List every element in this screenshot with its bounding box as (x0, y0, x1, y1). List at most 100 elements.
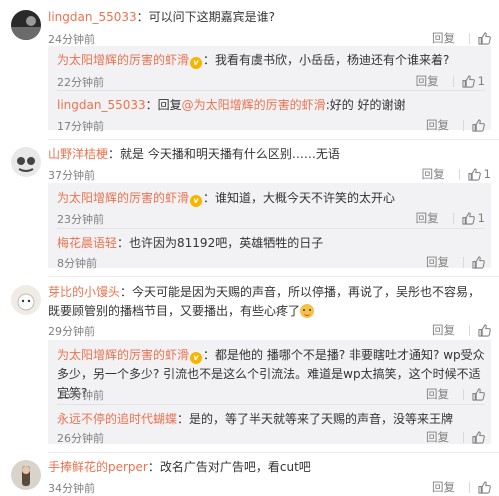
replier-name[interactable]: lingdan_55033 (57, 98, 146, 112)
action-separator (452, 75, 454, 87)
avatar[interactable] (11, 147, 41, 177)
reply-button[interactable]: 回复 (426, 386, 449, 402)
reply-thread: 为太阳增辉的厉害的虾滑 v ：都是他的 播哪个不是播? 非要瞎吐才通知? wp受众多… (48, 340, 491, 445)
vip-badge-icon: v (190, 195, 203, 207)
replier-name[interactable]: 为太阳增辉的厉害的虾滑 (57, 191, 189, 205)
reply-button[interactable]: 回复 (416, 73, 439, 89)
like-button[interactable]: 1 (462, 74, 485, 88)
heartbroken-emoji-icon (300, 304, 315, 318)
action-separator (463, 119, 464, 131)
reply-button[interactable]: 回复 (426, 254, 449, 270)
reply-button[interactable]: 回复 (432, 479, 455, 495)
commenter-name[interactable]: 山野洋桔梗 (48, 147, 108, 161)
like-count: 1 (483, 167, 491, 181)
reply-actions: 回复 1 (416, 210, 485, 226)
replier-name[interactable]: 梅花晨语轻 (57, 236, 117, 250)
comment-actions: 回复 1 (422, 166, 491, 182)
comment-time: 37分钟前 (48, 169, 95, 182)
reply-time: 25分钟前 (57, 389, 104, 402)
comment-time: 34分钟前 (48, 482, 95, 495)
thumbs-up-icon (462, 211, 475, 225)
mention-link[interactable]: @为太阳增辉的厉害的虾滑 (182, 98, 326, 112)
comment-actions: 回复 (432, 30, 491, 46)
like-button[interactable] (472, 430, 485, 444)
avatar[interactable] (11, 285, 41, 315)
reply-divider (57, 404, 485, 405)
reply-button[interactable]: 回复 (426, 429, 449, 445)
reply-text: 梅花晨语轻：也许因为81192吧，英雄牺牲的日子 (57, 236, 324, 250)
reply-time: 26分钟前 (57, 432, 104, 445)
commenter-name[interactable]: lingdan_55033 (48, 10, 137, 24)
action-separator (463, 388, 464, 400)
thumbs-up-icon (472, 387, 485, 401)
action-separator (458, 168, 460, 180)
like-count: 1 (477, 211, 485, 225)
thumbs-up-icon (472, 118, 485, 132)
like-button[interactable] (478, 31, 491, 45)
replier-name[interactable]: 永远不停的追时代蝴蝶 (57, 412, 177, 426)
replier-name[interactable]: 为太阳增辉的厉害的虾滑 (57, 53, 189, 67)
comment-actions: 回复 (432, 322, 491, 338)
like-button[interactable]: 1 (468, 167, 491, 181)
thumbs-up-icon (478, 31, 491, 45)
reply-actions: 回复 1 (416, 73, 485, 89)
reply-text: 为太阳增辉的厉害的虾滑 v ：我看有虞书欣，小岳岳，杨迪还有个谁来着? (57, 53, 450, 69)
replier-name[interactable]: 为太阳增辉的厉害的虾滑 (57, 348, 189, 362)
like-button[interactable] (472, 118, 485, 132)
comment-divider (48, 139, 499, 140)
avatar[interactable] (11, 10, 41, 40)
reply-actions: 回复 (426, 386, 485, 402)
thumbs-up-icon (478, 480, 491, 494)
action-separator (469, 32, 470, 44)
vip-badge-icon: v (190, 57, 203, 69)
action-separator (463, 256, 464, 268)
comment-divider (48, 452, 499, 453)
reply-button[interactable]: 回复 (432, 30, 455, 46)
reply-thread: 为太阳增辉的厉害的虾滑 v ：我看有虞书欣，小岳岳，杨迪还有个谁来着? 22分钟前 … (48, 46, 491, 133)
thumbs-up-icon (478, 323, 491, 337)
reply-button[interactable]: 回复 (422, 166, 445, 182)
like-button[interactable] (472, 387, 485, 401)
reply-actions: 回复 (426, 254, 485, 270)
comment-text: 手捧鲜花的perper：改名广告对广告吧，看cut吧 (48, 460, 311, 474)
comment-text: 芽比的小馒头：今天可能是因为天赐的声音，所以停播，再说了，吴彤也不容易，既要顾管… (48, 285, 481, 318)
comment-time: 29分钟前 (48, 325, 95, 338)
comment-time: 24分钟前 (48, 33, 95, 46)
reply-text: 为太阳增辉的厉害的虾滑 v ：谁知道，大概今天不许笑的太开心 (57, 191, 396, 207)
like-count: 1 (477, 74, 485, 88)
reply-time: 23分钟前 (57, 213, 104, 226)
reply-time: 22分钟前 (57, 76, 104, 89)
reply-text: 永远不停的追时代蝴蝶：是的，等了半天就等来了天赐的声音，没等来王牌 (57, 412, 454, 426)
reply-button[interactable]: 回复 (426, 117, 449, 133)
reply-divider (57, 228, 485, 229)
like-button[interactable] (472, 255, 485, 269)
thumbs-up-icon (468, 167, 481, 181)
comment-text: 山野洋桔梗：就是 今天播和明天播有什么区别……无语 (48, 147, 340, 161)
comment-text: lingdan_55033：可以问下这期嘉宾是谁? (48, 10, 276, 24)
reply-button[interactable]: 回复 (432, 322, 455, 338)
action-separator (469, 481, 470, 493)
like-button[interactable] (478, 480, 491, 494)
reply-text: lingdan_55033：回复@为太阳增辉的厉害的虾滑:好的 好的谢谢 (57, 98, 406, 112)
reply-text: 为太阳增辉的厉害的虾滑 v ：都是他的 播哪个不是播? 非要瞎吐才通知? wp受众多… (57, 348, 485, 400)
commenter-name[interactable]: 手捧鲜花的perper (48, 460, 148, 474)
vip-badge-icon: v (190, 352, 203, 364)
thumbs-up-icon (472, 255, 485, 269)
reply-thread: 为太阳增辉的厉害的虾滑 v ：谁知道，大概今天不许笑的太开心 23分钟前 回复 1 … (48, 183, 491, 270)
avatar[interactable] (11, 460, 41, 490)
reply-time: 8分钟前 (57, 257, 97, 270)
commenter-name[interactable]: 芽比的小馒头 (48, 285, 120, 299)
like-button[interactable] (478, 323, 491, 337)
thumbs-up-icon (472, 430, 485, 444)
reply-actions: 回复 (426, 117, 485, 133)
reply-actions: 回复 (426, 429, 485, 445)
reply-button[interactable]: 回复 (416, 210, 439, 226)
reply-divider (57, 90, 485, 91)
action-separator (452, 212, 454, 224)
reply-time: 17分钟前 (57, 120, 104, 133)
action-separator (469, 324, 470, 336)
comment-actions: 回复 (432, 479, 491, 495)
thumbs-up-icon (462, 74, 475, 88)
like-button[interactable]: 1 (462, 211, 485, 225)
comment-divider (48, 276, 499, 277)
